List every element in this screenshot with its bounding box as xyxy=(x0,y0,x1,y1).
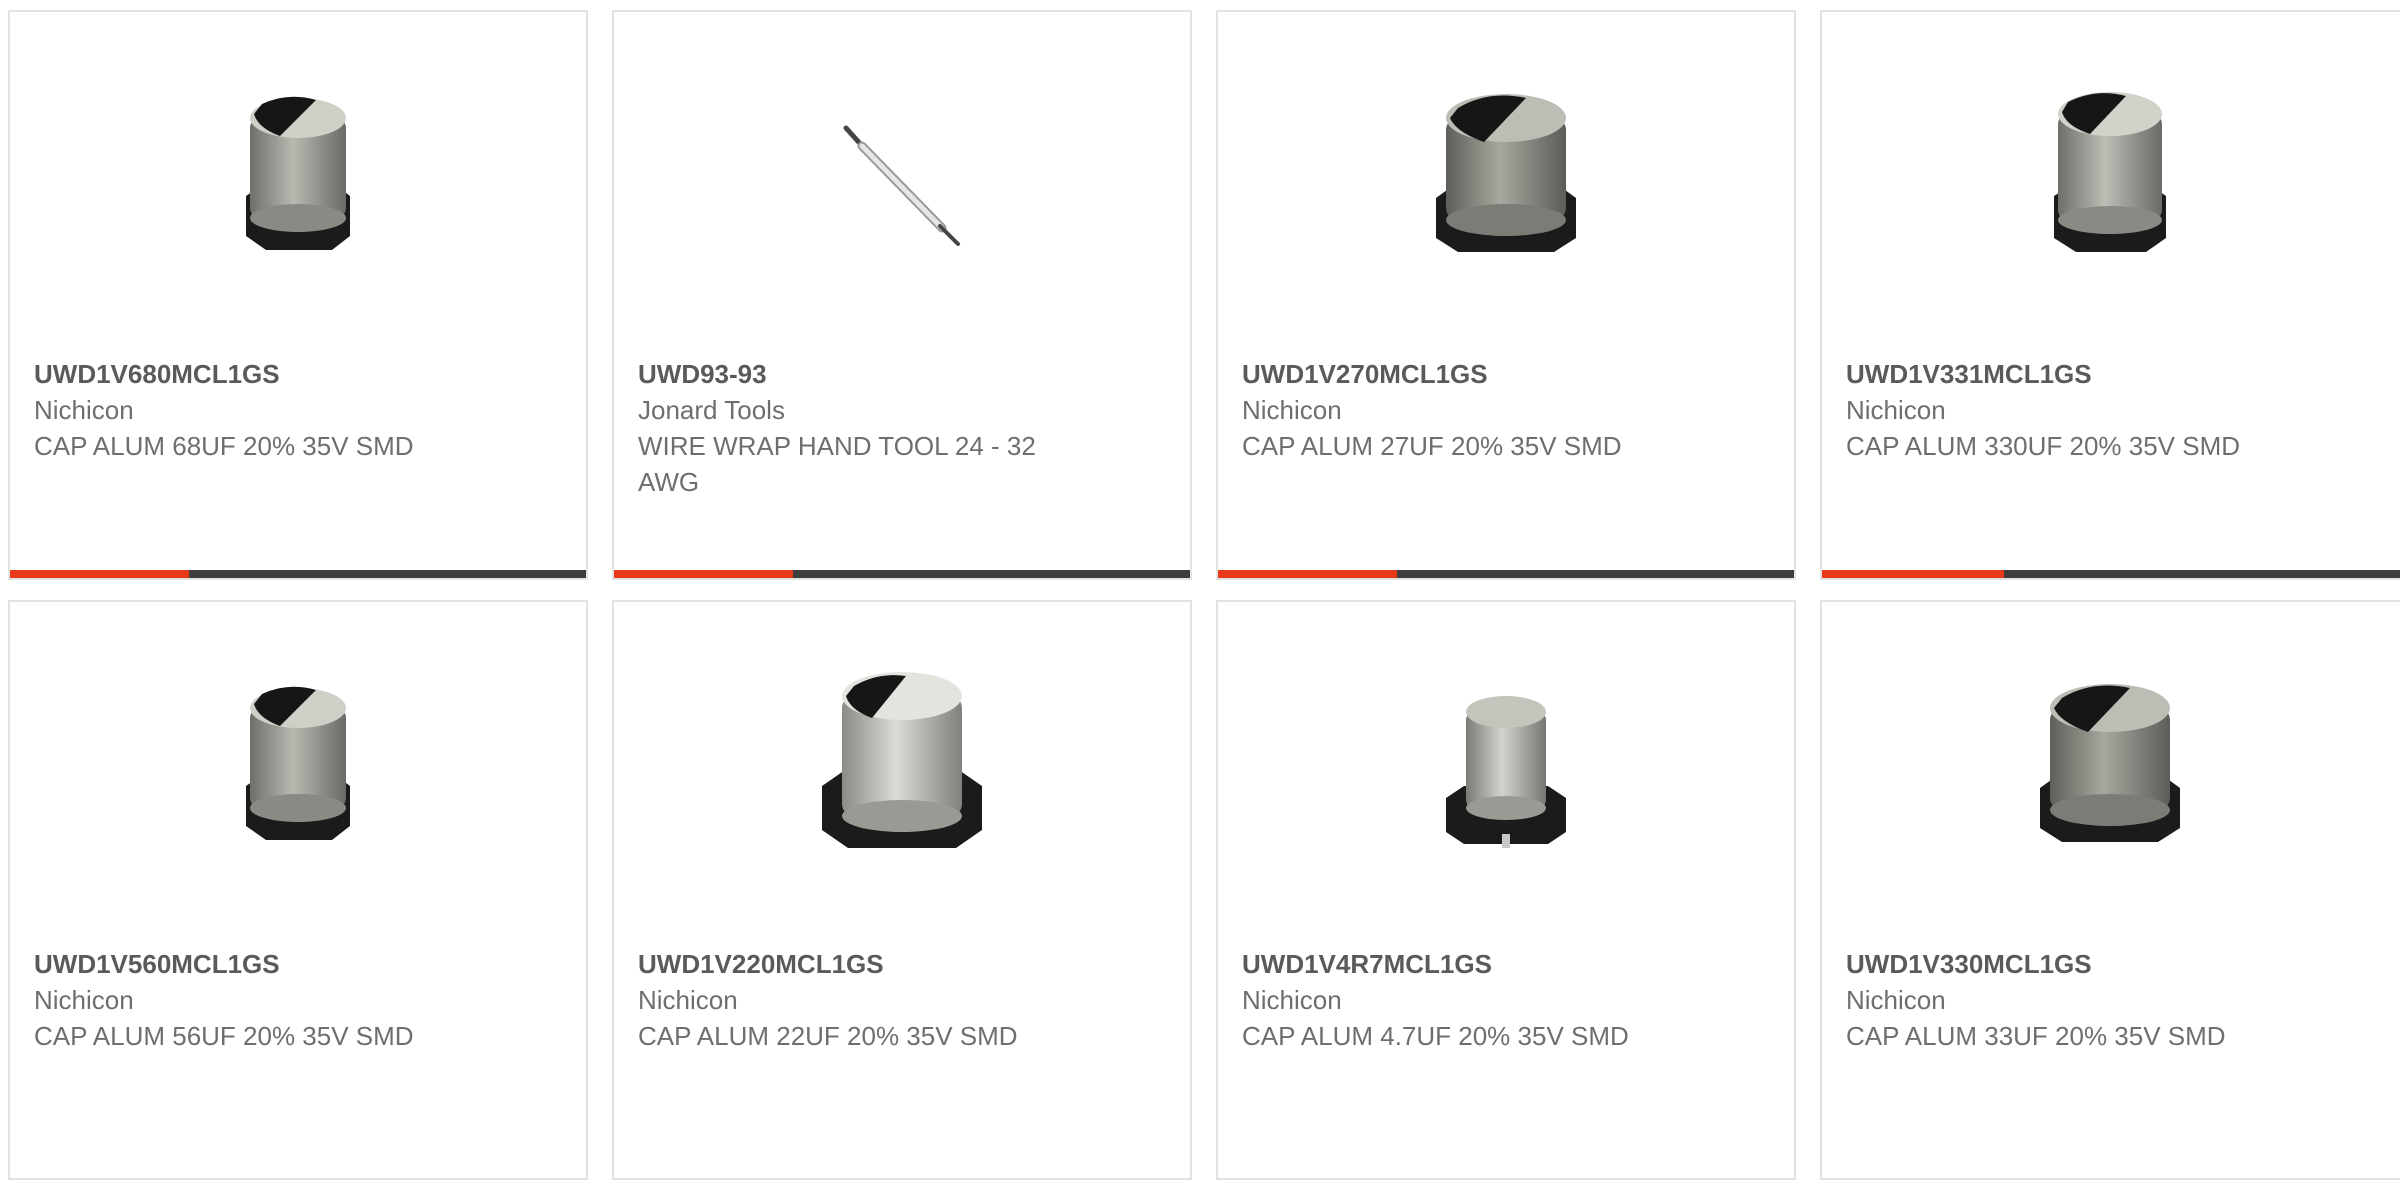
progress-fill xyxy=(10,570,189,578)
part-number-link[interactable]: UWD1V330MCL1GS xyxy=(1846,946,2266,982)
part-number-link[interactable]: UWD1V220MCL1GS xyxy=(638,946,1058,982)
capacitor-icon xyxy=(2010,668,2210,868)
product-card[interactable]: UWD1V331MCL1GS Nichicon CAP ALUM 330UF 2… xyxy=(1820,10,2400,580)
product-image[interactable] xyxy=(1218,658,1794,878)
product-card[interactable]: UWD1V270MCL1GS Nichicon CAP ALUM 27UF 20… xyxy=(1216,10,1796,580)
product-card[interactable]: UWD1V4R7MCL1GS Nichicon CAP ALUM 4.7UF 2… xyxy=(1216,600,1796,1180)
product-description: CAP ALUM 56UF 20% 35V SMD xyxy=(34,1021,414,1051)
manufacturer-name: Nichicon xyxy=(34,395,134,425)
progress-bar xyxy=(1218,570,1794,578)
progress-bar xyxy=(10,570,586,578)
product-description: CAP ALUM 33UF 20% 35V SMD xyxy=(1846,1021,2226,1051)
product-grid: UWD1V680MCL1GS Nichicon CAP ALUM 68UF 20… xyxy=(0,0,2400,1180)
capacitor-icon xyxy=(198,668,398,868)
product-card[interactable]: UWD93-93 Jonard Tools WIRE WRAP HAND TOO… xyxy=(612,10,1192,580)
progress-fill xyxy=(614,570,793,578)
product-card[interactable]: UWD1V220MCL1GS Nichicon CAP ALUM 22UF 20… xyxy=(612,600,1192,1180)
product-info: UWD1V331MCL1GS Nichicon CAP ALUM 330UF 2… xyxy=(1846,356,2266,464)
capacitor-icon xyxy=(2010,78,2210,278)
product-image[interactable] xyxy=(614,68,1190,288)
product-description: WIRE WRAP HAND TOOL 24 - 32 AWG xyxy=(638,431,1036,497)
product-description: CAP ALUM 4.7UF 20% 35V SMD xyxy=(1242,1021,1629,1051)
manufacturer-name: Nichicon xyxy=(1846,395,1946,425)
part-number-link[interactable]: UWD1V4R7MCL1GS xyxy=(1242,946,1662,982)
part-number-link[interactable]: UWD1V270MCL1GS xyxy=(1242,356,1662,392)
product-image[interactable] xyxy=(1822,68,2398,288)
product-description: CAP ALUM 22UF 20% 35V SMD xyxy=(638,1021,1018,1051)
product-image[interactable] xyxy=(1218,68,1794,288)
manufacturer-name: Nichicon xyxy=(638,985,738,1015)
capacitor-icon xyxy=(802,668,1002,868)
product-info: UWD1V4R7MCL1GS Nichicon CAP ALUM 4.7UF 2… xyxy=(1242,946,1662,1054)
product-image[interactable] xyxy=(10,658,586,878)
manufacturer-name: Jonard Tools xyxy=(638,395,785,425)
capacitor-icon xyxy=(1406,78,1606,278)
product-info: UWD1V220MCL1GS Nichicon CAP ALUM 22UF 20… xyxy=(638,946,1058,1054)
part-number-link[interactable]: UWD1V560MCL1GS xyxy=(34,946,454,982)
product-info: UWD1V680MCL1GS Nichicon CAP ALUM 68UF 20… xyxy=(34,356,454,464)
product-image[interactable] xyxy=(614,658,1190,878)
product-image[interactable] xyxy=(10,68,586,288)
capacitor-small-icon xyxy=(1406,668,1606,868)
progress-bar xyxy=(1822,570,2400,578)
progress-bar xyxy=(614,570,1190,578)
product-card[interactable]: UWD1V560MCL1GS Nichicon CAP ALUM 56UF 20… xyxy=(8,600,588,1180)
manufacturer-name: Nichicon xyxy=(1242,985,1342,1015)
part-number-link[interactable]: UWD1V331MCL1GS xyxy=(1846,356,2266,392)
product-description: CAP ALUM 68UF 20% 35V SMD xyxy=(34,431,414,461)
product-info: UWD1V560MCL1GS Nichicon CAP ALUM 56UF 20… xyxy=(34,946,454,1054)
progress-fill xyxy=(1822,570,2004,578)
progress-fill xyxy=(1218,570,1397,578)
product-info: UWD1V330MCL1GS Nichicon CAP ALUM 33UF 20… xyxy=(1846,946,2266,1054)
wire-wrap-tool-icon xyxy=(802,78,1002,278)
manufacturer-name: Nichicon xyxy=(34,985,134,1015)
product-info: UWD93-93 Jonard Tools WIRE WRAP HAND TOO… xyxy=(638,356,1058,500)
product-image[interactable] xyxy=(1822,658,2398,878)
product-description: CAP ALUM 27UF 20% 35V SMD xyxy=(1242,431,1622,461)
product-card[interactable]: UWD1V680MCL1GS Nichicon CAP ALUM 68UF 20… xyxy=(8,10,588,580)
capacitor-icon xyxy=(198,78,398,278)
manufacturer-name: Nichicon xyxy=(1242,395,1342,425)
part-number-link[interactable]: UWD93-93 xyxy=(638,356,1058,392)
manufacturer-name: Nichicon xyxy=(1846,985,1946,1015)
product-description: CAP ALUM 330UF 20% 35V SMD xyxy=(1846,431,2241,461)
part-number-link[interactable]: UWD1V680MCL1GS xyxy=(34,356,454,392)
product-card[interactable]: UWD1V330MCL1GS Nichicon CAP ALUM 33UF 20… xyxy=(1820,600,2400,1180)
product-info: UWD1V270MCL1GS Nichicon CAP ALUM 27UF 20… xyxy=(1242,356,1662,464)
